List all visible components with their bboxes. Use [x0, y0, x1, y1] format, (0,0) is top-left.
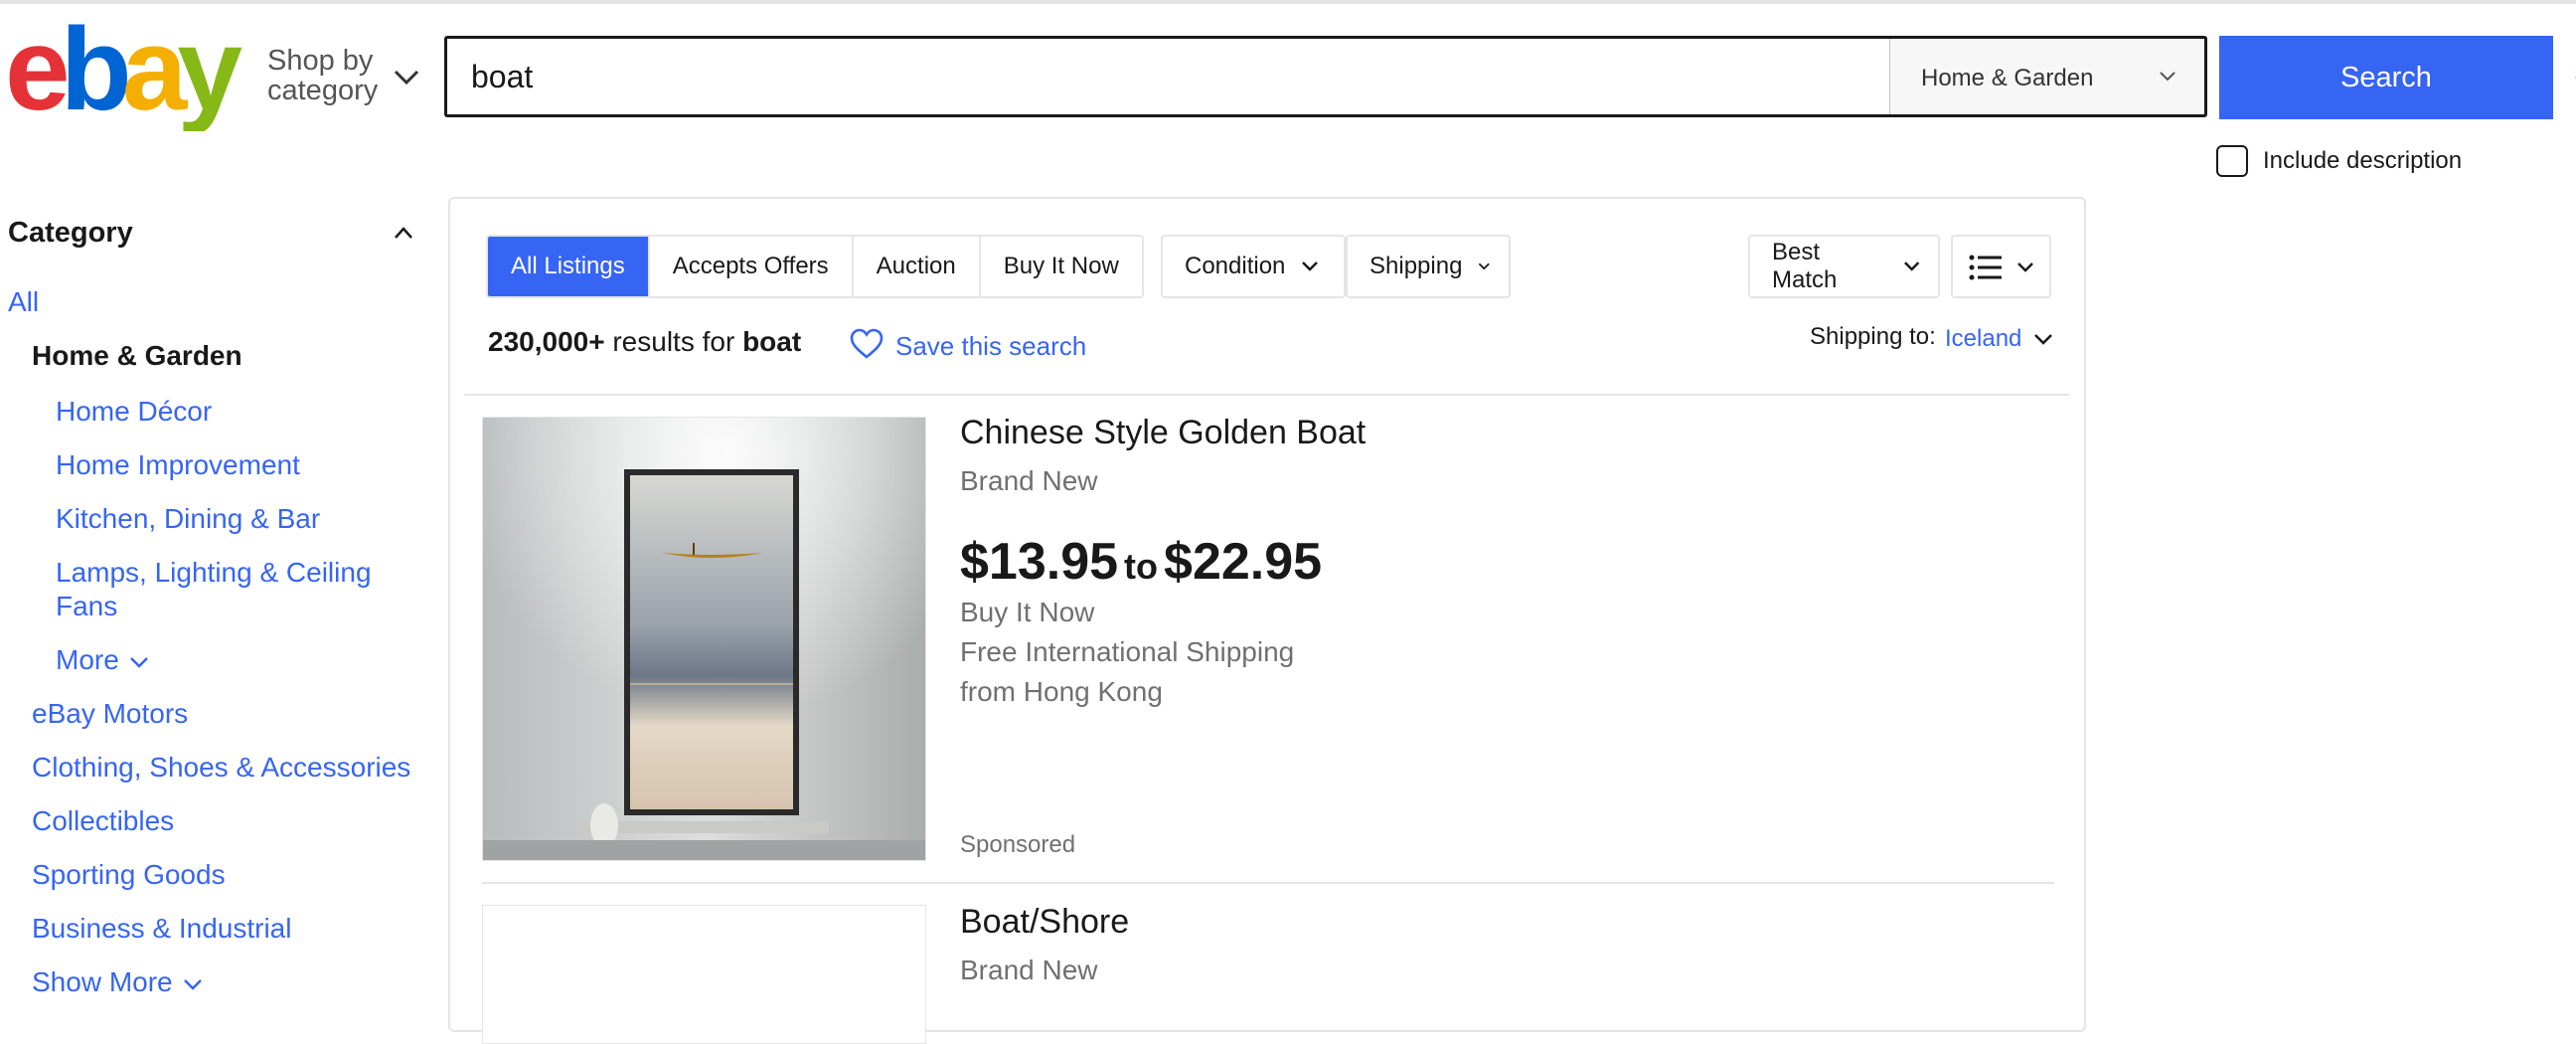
- chevron-down-icon: [1302, 261, 1319, 271]
- sidebar-item-home-improvement[interactable]: Home Improvement: [56, 449, 300, 481]
- tab-accepts-offers[interactable]: Accepts Offers: [649, 237, 854, 296]
- sort-dropdown[interactable]: Best Match: [1748, 235, 1940, 298]
- ebay-logo[interactable]: ebay: [5, 22, 249, 131]
- sidebar-item-lamps-lighting-line2[interactable]: Fans: [56, 591, 117, 622]
- condition-filter-label: Condition: [1185, 253, 1286, 279]
- sidebar-item-kitchen-dining-bar[interactable]: Kitchen, Dining & Bar: [56, 503, 320, 535]
- chevron-down-icon: [2017, 262, 2033, 272]
- shipping-filter-button[interactable]: Shipping: [1346, 235, 1511, 298]
- category-select[interactable]: Home & Garden: [1889, 39, 2204, 114]
- golden-boat-painting-image: [483, 418, 925, 860]
- chevron-down-icon: [183, 978, 202, 990]
- view-toggle-button[interactable]: [1951, 235, 2051, 298]
- sidebar-show-more-link[interactable]: Show More: [32, 966, 203, 998]
- sidebar-current-category: Home & Garden: [32, 340, 242, 371]
- listing-divider: [482, 882, 2054, 884]
- listing-format: Buy It Now: [960, 597, 1095, 627]
- sidebar-more-link[interactable]: More: [56, 644, 149, 676]
- chevron-down-icon[interactable]: [2033, 332, 2053, 346]
- listing-image[interactable]: [482, 417, 926, 861]
- tab-buy-it-now[interactable]: Buy It Now: [980, 237, 1142, 296]
- chevron-down-icon[interactable]: [392, 63, 421, 92]
- price-to: to: [1124, 546, 1159, 587]
- tab-auction[interactable]: Auction: [853, 237, 981, 296]
- list-view-icon: [1969, 255, 2002, 280]
- listing-price: $13.95 to $22.95: [960, 532, 1322, 592]
- shipping-filter-label: Shipping: [1369, 253, 1463, 279]
- category-select-value: Home & Garden: [1921, 65, 2094, 91]
- results-query: boat: [742, 326, 802, 357]
- save-search-link[interactable]: Save this search: [895, 331, 1086, 362]
- heart-icon[interactable]: [850, 328, 884, 360]
- sidebar-more-label: More: [56, 644, 119, 675]
- tab-all-listings[interactable]: All Listings: [488, 237, 650, 296]
- chevron-down-icon: [1903, 261, 1919, 271]
- shop-by-category-button[interactable]: Shop by category: [267, 46, 378, 105]
- include-description-label: Include description: [2263, 147, 2463, 174]
- sidebar-item-business-industrial[interactable]: Business & Industrial: [32, 913, 291, 945]
- search-input[interactable]: [447, 39, 1889, 114]
- svg-text:ebay: ebay: [5, 22, 242, 131]
- top-border: [0, 0, 2576, 4]
- listing-location: from Hong Kong: [960, 676, 1163, 707]
- listing-shipping: Free International Shipping: [960, 636, 1295, 667]
- chevron-down-icon: [2160, 72, 2175, 82]
- listing-condition: Brand New: [960, 955, 1098, 985]
- sidebar-item-collectibles[interactable]: Collectibles: [32, 805, 174, 837]
- sidebar-item-clothing[interactable]: Clothing, Shoes & Accessories: [32, 752, 410, 783]
- shop-by-line1: Shop by: [267, 45, 374, 77]
- sidebar-item-all[interactable]: All: [8, 286, 39, 318]
- results-count: 230,000+ results for boat: [488, 326, 801, 358]
- price-high: $22.95: [1164, 533, 1323, 591]
- sidebar-item-ebay-motors[interactable]: eBay Motors: [32, 698, 188, 730]
- results-for-text: results for: [612, 326, 735, 357]
- listing-image[interactable]: [482, 905, 926, 1044]
- listing-title[interactable]: Boat/Shore: [960, 903, 1129, 942]
- category-heading: Category: [8, 217, 133, 249]
- condition-filter-button[interactable]: Condition: [1161, 235, 1346, 298]
- results-count-number: 230,000+: [488, 326, 605, 357]
- listing-type-tabs: All Listings Accepts Offers Auction Buy …: [486, 235, 1144, 298]
- sponsored-label: Sponsored: [960, 831, 1076, 858]
- shipping-to-label: Shipping to:: [1810, 323, 1936, 350]
- shop-by-line2: category: [267, 75, 379, 106]
- sort-label: Best Match: [1772, 239, 1838, 293]
- results-divider: [464, 394, 2069, 396]
- sidebar-item-lamps-lighting[interactable]: Lamps, Lighting & Ceiling: [56, 557, 372, 589]
- sidebar-show-more-label: Show More: [32, 966, 173, 997]
- chevron-down-icon: [1479, 262, 1491, 270]
- include-description-checkbox[interactable]: [2216, 145, 2248, 177]
- advanced-search-edge[interactable]: ⌃: [2570, 68, 2576, 98]
- chevron-up-icon[interactable]: [394, 226, 413, 240]
- price-low: $13.95: [960, 533, 1119, 591]
- listing-title[interactable]: Chinese Style Golden Boat: [960, 414, 1366, 452]
- chevron-down-icon: [129, 656, 148, 668]
- listing-condition: Brand New: [960, 465, 1098, 496]
- sidebar-item-sporting-goods[interactable]: Sporting Goods: [32, 859, 226, 891]
- search-bar: Home & Garden: [444, 36, 2207, 117]
- shipping-to-location[interactable]: Iceland: [1945, 325, 2021, 353]
- search-button[interactable]: Search: [2219, 36, 2553, 119]
- sidebar-item-home-decor[interactable]: Home Décor: [56, 396, 212, 428]
